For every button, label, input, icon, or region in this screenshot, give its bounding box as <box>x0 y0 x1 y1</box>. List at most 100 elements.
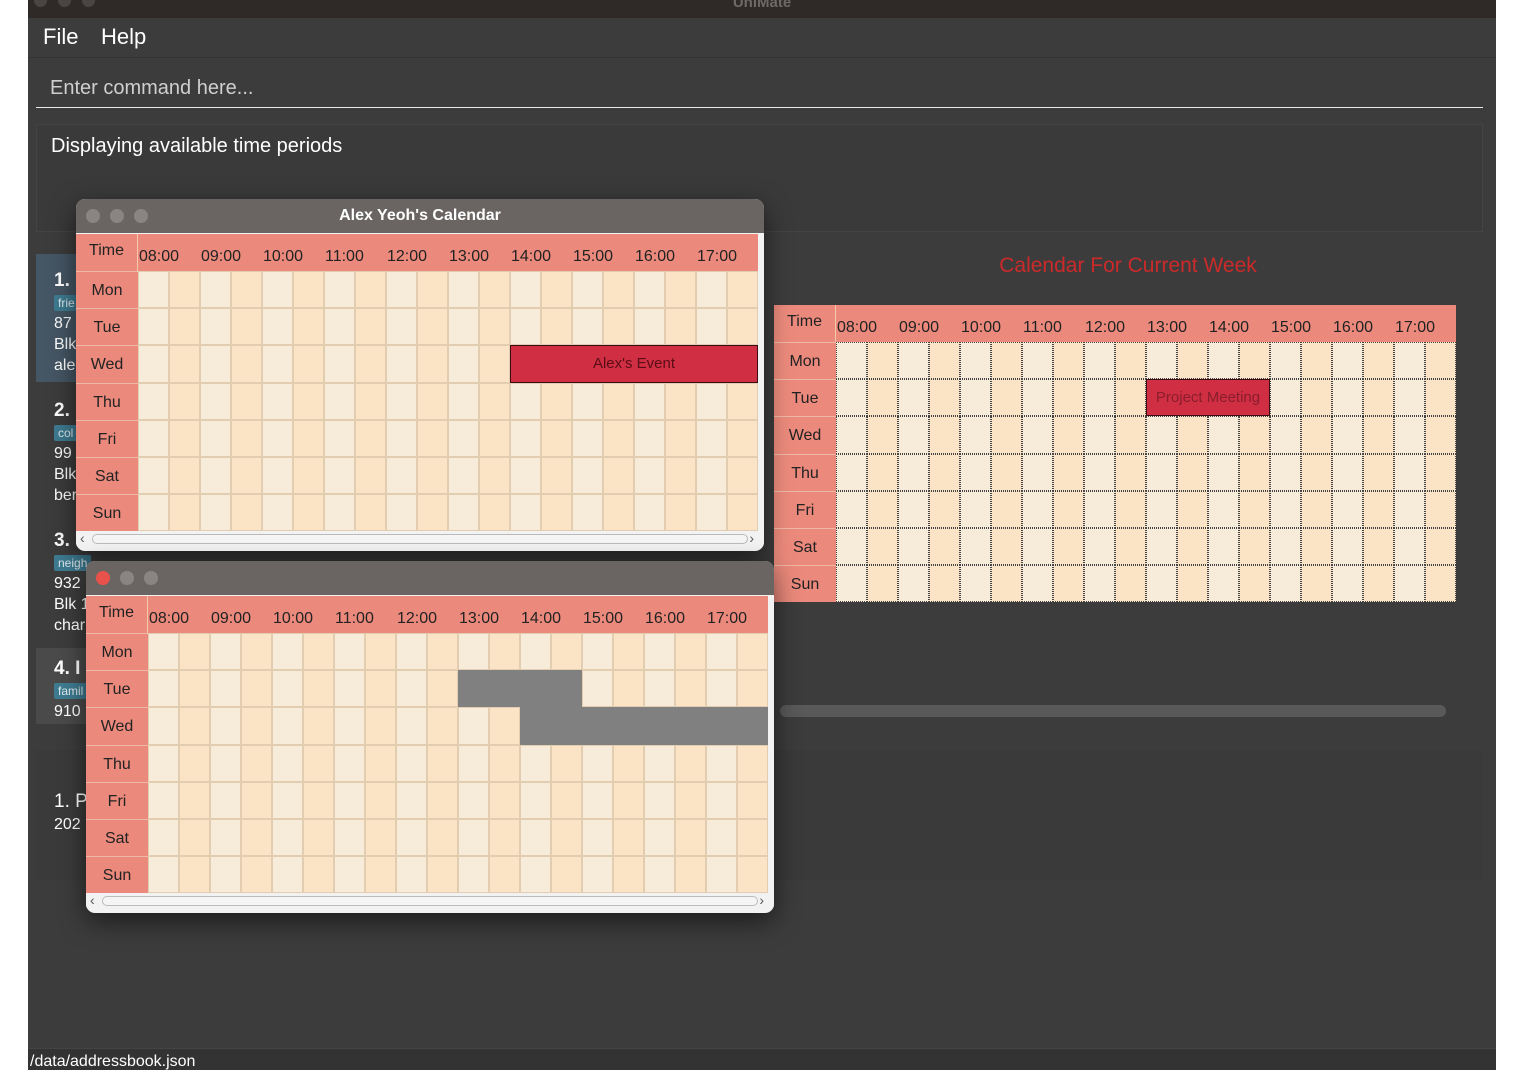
time-slot[interactable] <box>303 856 334 894</box>
time-slot[interactable] <box>1208 416 1239 454</box>
time-slot[interactable] <box>1239 490 1270 528</box>
time-slot[interactable] <box>169 271 200 309</box>
command-input[interactable] <box>50 74 1450 102</box>
time-slot[interactable] <box>396 781 427 819</box>
time-slot[interactable] <box>138 382 169 420</box>
time-slot[interactable] <box>929 565 960 603</box>
time-slot[interactable] <box>634 494 665 532</box>
time-slot[interactable] <box>1363 416 1394 454</box>
time-slot[interactable] <box>148 633 179 671</box>
time-slot[interactable] <box>1146 490 1177 528</box>
time-slot[interactable] <box>179 856 210 894</box>
time-slot[interactable] <box>1146 453 1177 491</box>
time-slot[interactable] <box>169 382 200 420</box>
time-slot[interactable] <box>1022 342 1053 380</box>
time-slot[interactable] <box>613 633 644 671</box>
time-slot[interactable] <box>179 707 210 745</box>
time-slot[interactable] <box>836 416 867 454</box>
time-slot[interactable] <box>293 494 324 532</box>
time-slot[interactable] <box>138 457 169 495</box>
time-slot[interactable] <box>1208 565 1239 603</box>
time-slot[interactable] <box>1146 416 1177 454</box>
time-slot[interactable] <box>324 382 355 420</box>
time-slot[interactable] <box>665 308 696 346</box>
time-slot[interactable] <box>200 271 231 309</box>
time-slot[interactable] <box>1363 453 1394 491</box>
time-slot[interactable] <box>696 494 727 532</box>
time-slot[interactable] <box>1270 528 1301 566</box>
time-slot[interactable] <box>169 308 200 346</box>
time-slot[interactable] <box>489 781 520 819</box>
time-slot[interactable] <box>262 345 293 383</box>
time-slot[interactable] <box>1053 416 1084 454</box>
time-slot[interactable] <box>634 271 665 309</box>
time-slot[interactable] <box>737 819 768 857</box>
time-slot[interactable] <box>898 565 929 603</box>
time-slot[interactable] <box>644 819 675 857</box>
time-slot[interactable] <box>448 271 479 309</box>
time-slot[interactable] <box>696 382 727 420</box>
time-slot[interactable] <box>665 494 696 532</box>
time-slot[interactable] <box>1022 490 1053 528</box>
time-slot[interactable] <box>324 494 355 532</box>
time-slot[interactable] <box>448 419 479 457</box>
time-slot[interactable] <box>541 419 572 457</box>
time-slot[interactable] <box>510 382 541 420</box>
time-slot[interactable] <box>303 819 334 857</box>
time-slot[interactable] <box>262 382 293 420</box>
time-slot[interactable] <box>448 382 479 420</box>
time-slot[interactable] <box>1084 565 1115 603</box>
time-slot[interactable] <box>644 670 675 708</box>
time-slot[interactable] <box>1332 490 1363 528</box>
time-slot[interactable] <box>836 342 867 380</box>
time-slot[interactable] <box>1425 342 1456 380</box>
time-slot[interactable] <box>1394 416 1425 454</box>
time-slot[interactable] <box>541 457 572 495</box>
time-slot[interactable] <box>293 345 324 383</box>
time-slot[interactable] <box>241 744 272 782</box>
time-slot[interactable] <box>355 271 386 309</box>
time-slot[interactable] <box>262 271 293 309</box>
time-slot[interactable] <box>479 345 510 383</box>
time-slot[interactable] <box>867 416 898 454</box>
time-slot[interactable] <box>138 494 169 532</box>
time-slot[interactable] <box>1301 565 1332 603</box>
time-slot[interactable] <box>200 419 231 457</box>
time-slot[interactable] <box>898 453 929 491</box>
time-slot[interactable] <box>603 271 634 309</box>
time-slot[interactable] <box>1332 453 1363 491</box>
time-slot[interactable] <box>427 633 458 671</box>
time-slot[interactable] <box>241 856 272 894</box>
time-slot[interactable] <box>334 819 365 857</box>
time-slot[interactable] <box>613 781 644 819</box>
scroll-track[interactable] <box>92 534 748 544</box>
time-slot[interactable] <box>1115 528 1146 566</box>
time-slot[interactable] <box>991 490 1022 528</box>
time-slot[interactable] <box>1301 490 1332 528</box>
time-slot[interactable] <box>417 457 448 495</box>
time-slot[interactable] <box>1177 528 1208 566</box>
time-slot[interactable] <box>138 345 169 383</box>
time-slot[interactable] <box>1239 342 1270 380</box>
menu-help[interactable]: Help <box>101 24 146 50</box>
time-slot[interactable] <box>572 494 603 532</box>
time-slot[interactable] <box>293 419 324 457</box>
time-slot[interactable] <box>210 856 241 894</box>
time-slot[interactable] <box>541 494 572 532</box>
time-slot[interactable] <box>355 308 386 346</box>
time-slot[interactable] <box>929 453 960 491</box>
time-slot[interactable] <box>737 781 768 819</box>
time-slot[interactable] <box>603 494 634 532</box>
time-slot[interactable] <box>427 856 458 894</box>
time-slot[interactable] <box>836 453 867 491</box>
time-slot[interactable] <box>1053 379 1084 417</box>
time-slot[interactable] <box>572 308 603 346</box>
time-slot[interactable] <box>427 744 458 782</box>
time-slot[interactable] <box>665 419 696 457</box>
time-slot[interactable] <box>1053 565 1084 603</box>
time-slot[interactable] <box>396 633 427 671</box>
time-slot[interactable] <box>1425 565 1456 603</box>
time-slot[interactable] <box>334 707 365 745</box>
time-slot[interactable] <box>479 271 510 309</box>
minimize-popup-button[interactable] <box>120 571 134 585</box>
